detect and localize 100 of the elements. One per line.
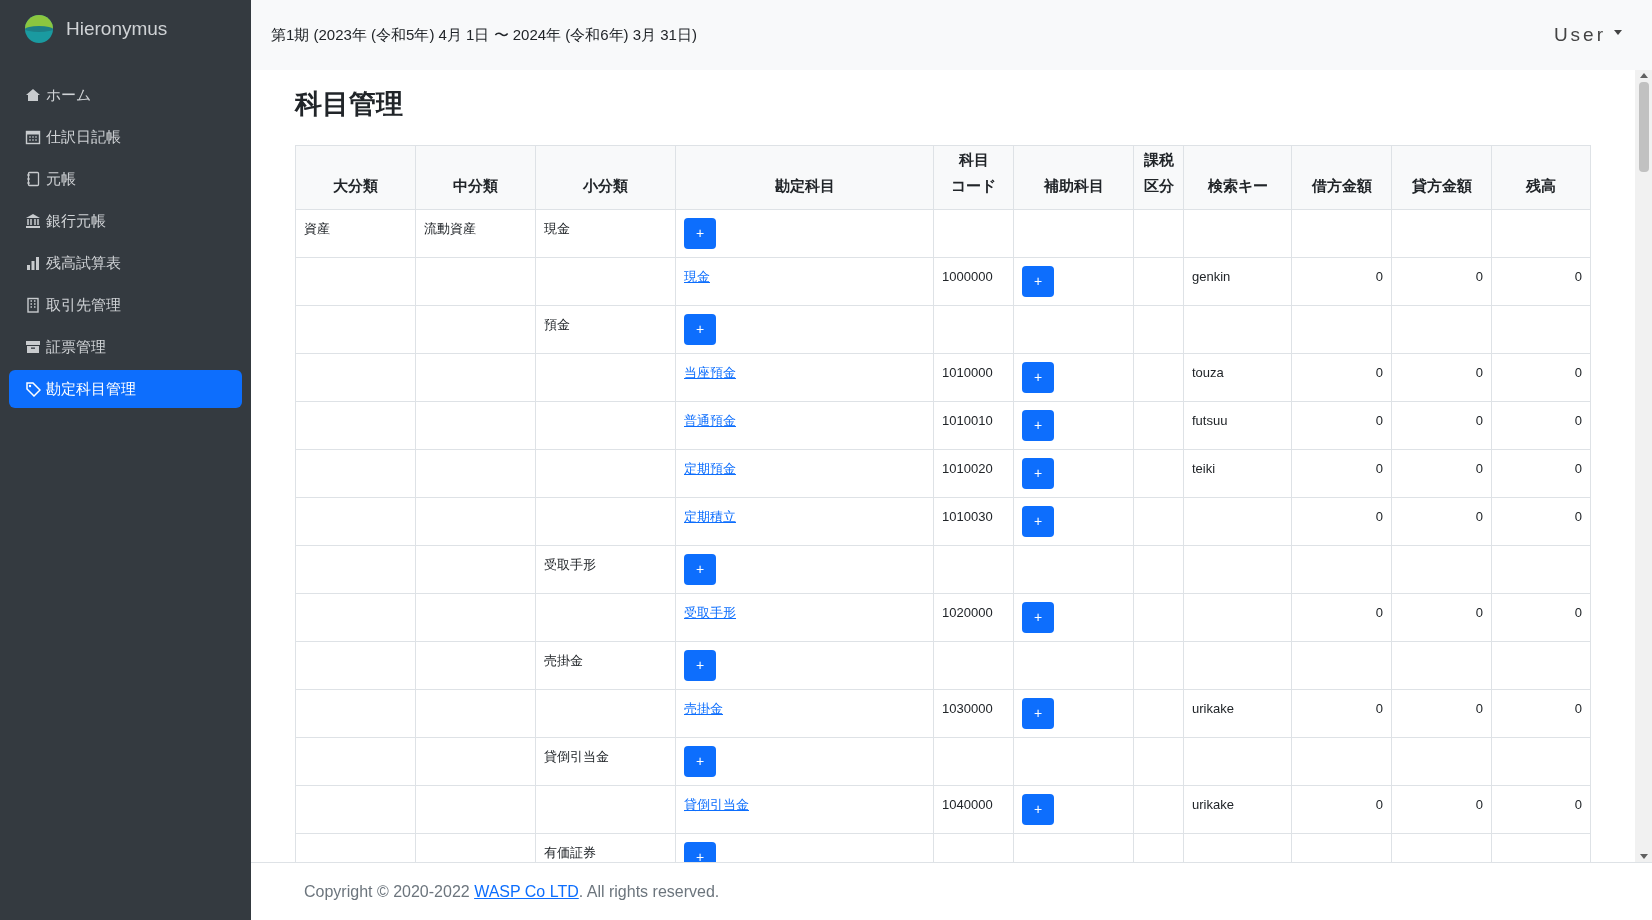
search-key: genkin	[1192, 268, 1231, 284]
debit-amount: 0	[1375, 364, 1383, 380]
caret-icon	[1614, 29, 1622, 35]
minor-category: 預金	[544, 316, 570, 332]
minor-category: 現金	[544, 220, 570, 236]
add-button[interactable]: +	[684, 745, 716, 777]
account-code: 1010000	[942, 364, 993, 380]
logo-icon	[24, 14, 54, 44]
scroll-up-arrow-icon[interactable]	[1639, 72, 1648, 78]
credit-amount: 0	[1475, 364, 1483, 380]
building-icon	[25, 297, 41, 313]
add-button[interactable]: +	[684, 553, 716, 585]
balance-amount: 0	[1574, 364, 1582, 380]
add-button[interactable]: +	[1022, 601, 1054, 633]
archive-box-icon	[25, 339, 41, 355]
debit-amount: 0	[1375, 796, 1383, 812]
add-button[interactable]: +	[684, 313, 716, 345]
credit-amount: 0	[1475, 460, 1483, 476]
column-header: 補助科目	[1043, 175, 1104, 196]
debit-amount: 0	[1375, 700, 1383, 716]
debit-amount: 0	[1375, 412, 1383, 428]
credit-amount: 0	[1475, 412, 1483, 428]
account-code: 1040000	[942, 796, 993, 812]
add-button[interactable]: +	[684, 217, 716, 249]
minor-category: 売掛金	[544, 652, 583, 668]
add-button[interactable]: +	[1022, 697, 1054, 729]
scroll-down-arrow-icon[interactable]	[1639, 854, 1648, 860]
account-link[interactable]: 定期積立	[684, 508, 736, 524]
add-button[interactable]: +	[1022, 793, 1054, 825]
account-code: 1010010	[942, 412, 993, 428]
column-header: 残高	[1526, 175, 1556, 196]
add-button[interactable]: +	[1022, 361, 1054, 393]
column-header: 小分類	[583, 175, 628, 196]
sidebar-item[interactable]: 取引先管理	[9, 286, 242, 324]
debit-amount: 0	[1375, 460, 1383, 476]
sidebar-item[interactable]: 元帳	[9, 160, 242, 198]
minor-category: 貸倒引当金	[544, 748, 609, 764]
add-button[interactable]: +	[684, 649, 716, 681]
sidebar-item[interactable]: 勘定科目管理	[9, 370, 242, 408]
column-header: 貸方金額	[1411, 175, 1472, 196]
user-menu[interactable]: User	[1553, 20, 1622, 50]
search-key: touza	[1192, 364, 1224, 380]
page-title: 科目管理	[295, 88, 403, 121]
balance-amount: 0	[1574, 268, 1582, 284]
sidebar-item[interactable]: 仕訳日記帳	[9, 118, 242, 156]
add-button[interactable]: +	[1022, 457, 1054, 489]
add-button[interactable]: +	[1022, 265, 1054, 297]
notebook-icon	[25, 171, 41, 187]
major-category: 資産	[304, 220, 330, 236]
sidebar-item[interactable]: ホーム	[9, 76, 242, 114]
account-link[interactable]: 普通預金	[684, 412, 736, 428]
balance-amount: 0	[1574, 796, 1582, 812]
minor-category: 受取手形	[544, 556, 596, 572]
tag-icon	[25, 381, 41, 397]
account-code: 1010030	[942, 508, 993, 524]
account-link[interactable]: 受取手形	[684, 604, 736, 620]
sidebar-item[interactable]: 残高試算表	[9, 244, 242, 282]
add-button[interactable]: +	[1022, 409, 1054, 441]
brand-name: Hieronymus	[66, 16, 168, 41]
credit-amount: 0	[1475, 604, 1483, 620]
balance-amount: 0	[1574, 412, 1582, 428]
account-code: 1020000	[942, 604, 993, 620]
scrollbar-thumb[interactable]	[1638, 82, 1649, 172]
sidebar-item[interactable]: 銀行元帳	[9, 202, 242, 240]
column-header: 検索キー	[1207, 175, 1268, 196]
search-key: futsuu	[1192, 412, 1228, 428]
debit-amount: 0	[1375, 604, 1383, 620]
debit-amount: 0	[1375, 268, 1383, 284]
home-icon	[25, 87, 41, 103]
calendar-icon	[25, 129, 41, 145]
balance-amount: 0	[1574, 508, 1582, 524]
account-code: 1010020	[942, 460, 993, 476]
add-button[interactable]: +	[684, 841, 716, 862]
scrollbar[interactable]	[1635, 70, 1652, 862]
column-header: 借方金額	[1311, 175, 1372, 196]
account-code: 1000000	[942, 268, 993, 284]
column-header: 課税区分	[1142, 149, 1175, 196]
column-header: 勘定科目	[774, 175, 835, 196]
add-button[interactable]: +	[1022, 505, 1054, 537]
balance-amount: 0	[1574, 700, 1582, 716]
account-link[interactable]: 現金	[684, 268, 710, 284]
search-key: urikake	[1192, 796, 1234, 812]
balance-amount: 0	[1574, 604, 1582, 620]
account-link[interactable]: 定期預金	[684, 460, 736, 476]
credit-amount: 0	[1475, 268, 1483, 284]
account-link[interactable]: 貸倒引当金	[684, 796, 749, 812]
account-link[interactable]: 当座預金	[684, 364, 736, 380]
minor-category: 有価証券	[544, 844, 596, 860]
debit-amount: 0	[1375, 508, 1383, 524]
balance-amount: 0	[1574, 460, 1582, 476]
column-header: 中分類	[453, 175, 498, 196]
sidebar-item[interactable]: 証票管理	[9, 328, 242, 366]
company-link[interactable]: WASP Co LTD	[474, 882, 579, 900]
search-key: teiki	[1192, 460, 1216, 476]
search-key: urikake	[1192, 700, 1234, 716]
middle-category: 流動資産	[424, 220, 476, 236]
credit-amount: 0	[1475, 508, 1483, 524]
bar-chart-icon	[25, 255, 41, 271]
fiscal-period: 第1期 (2023年 (令和5年) 4月 1日 〜 2024年 (令和6年) 3月 31日)	[271, 24, 697, 45]
account-link[interactable]: 売掛金	[684, 700, 723, 716]
